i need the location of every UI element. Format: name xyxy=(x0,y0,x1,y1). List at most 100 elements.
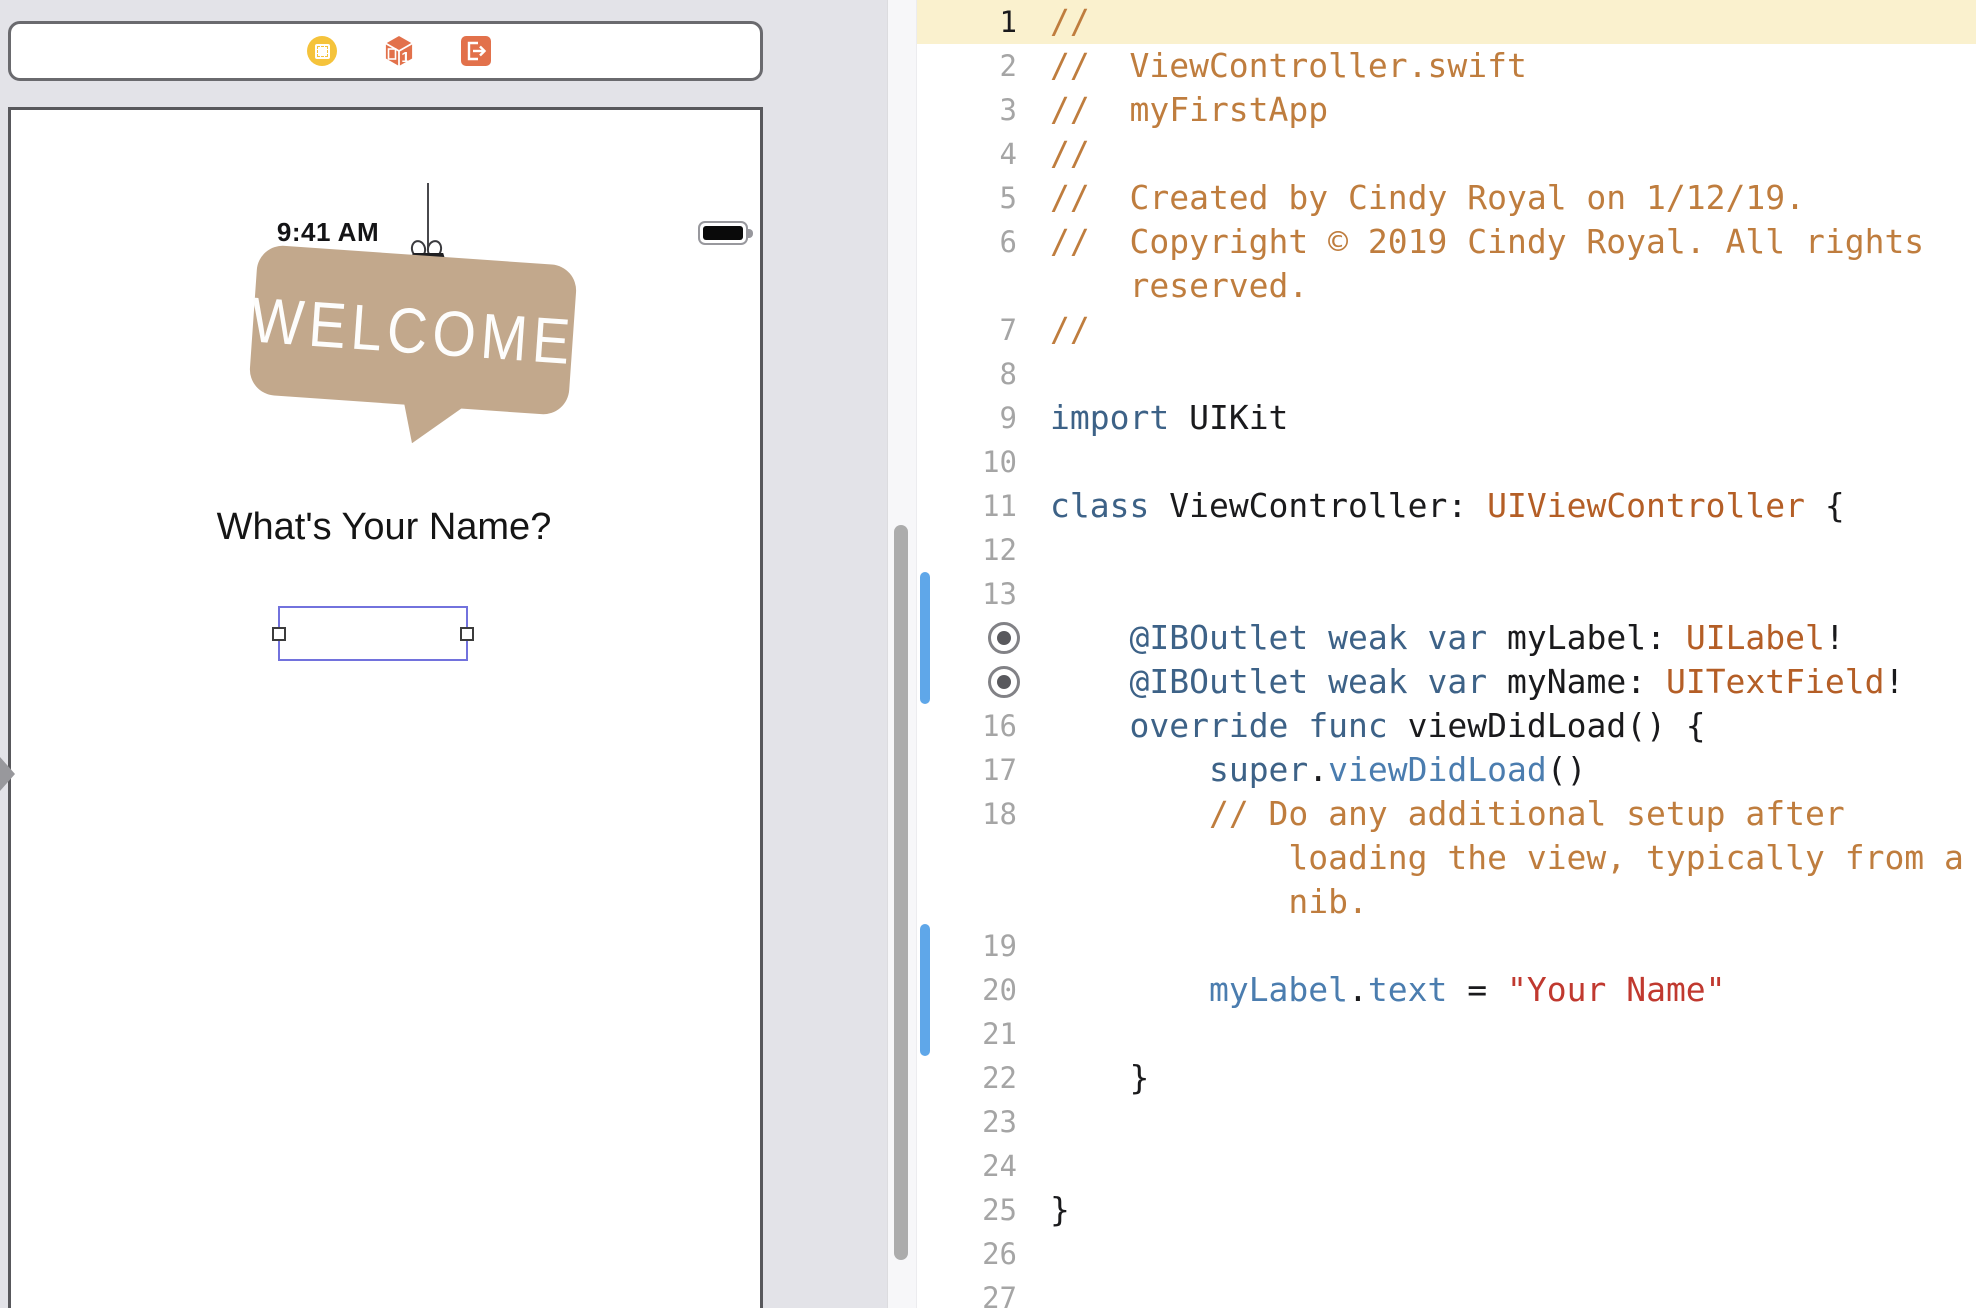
resize-handle-left[interactable] xyxy=(272,627,286,641)
hanging-string xyxy=(427,183,429,250)
line-number[interactable]: 22 xyxy=(917,1056,1017,1100)
code-line[interactable]: 2 // ViewController.swift xyxy=(917,44,1976,88)
code-line[interactable]: 1// xyxy=(917,0,1976,44)
code-text: nib. xyxy=(1050,880,1368,924)
name-question-label[interactable]: What's Your Name? xyxy=(183,506,585,549)
code-line[interactable]: 5// Created by Cindy Royal on 1/12/19. xyxy=(917,176,1976,220)
line-number[interactable]: 20 xyxy=(917,968,1017,1012)
code-line[interactable]: 9 import UIKit xyxy=(917,396,1976,440)
scene-dock: 1 xyxy=(8,21,763,81)
code-token: "Your Name" xyxy=(1507,970,1726,1009)
code-line[interactable]: 12 xyxy=(917,528,1976,572)
first-responder-icon[interactable]: 1 xyxy=(383,34,415,68)
code-token xyxy=(1050,706,1129,745)
line-number[interactable]: 10 xyxy=(917,440,1017,484)
line-number[interactable]: 9 xyxy=(917,396,1017,440)
code-line[interactable]: 18 // Do any additional setup after xyxy=(917,792,1976,836)
code-line[interactable]: reserved. xyxy=(917,264,1976,308)
line-number[interactable]: 23 xyxy=(917,1100,1017,1144)
code-text: // myFirstApp xyxy=(1050,88,1328,132)
code-token xyxy=(1050,970,1209,1009)
source-editor[interactable]: 1//2// ViewController.swift3// myFirstAp… xyxy=(917,0,1976,1308)
code-token: class xyxy=(1050,486,1149,525)
code-token: UIViewController xyxy=(1487,486,1805,525)
code-line[interactable]: 7 // xyxy=(917,308,1976,352)
line-number[interactable]: 12 xyxy=(917,528,1017,572)
code-line[interactable]: 17 super.viewDidLoad() xyxy=(917,748,1976,792)
code-line[interactable]: 11class ViewController: UIViewController… xyxy=(917,484,1976,528)
line-number[interactable]: 13 xyxy=(917,572,1017,616)
exit-icon[interactable] xyxy=(461,36,491,66)
resize-handle-right[interactable] xyxy=(460,627,474,641)
line-number[interactable]: 25 xyxy=(917,1188,1017,1232)
code-line[interactable]: 26 xyxy=(917,1232,1976,1276)
code-token xyxy=(1288,706,1308,745)
code-token: // Do any additional setup after xyxy=(1209,794,1845,833)
code-line[interactable]: 27 xyxy=(917,1276,1976,1308)
name-text-field[interactable] xyxy=(278,606,468,661)
code-line[interactable]: 3 // myFirstApp xyxy=(917,88,1976,132)
line-number[interactable]: 26 xyxy=(917,1232,1017,1276)
code-line[interactable]: 13 xyxy=(917,572,1976,616)
code-line[interactable]: 10 xyxy=(917,440,1976,484)
code-line[interactable]: 6// Copyright © 2019 Cindy Royal. All ri… xyxy=(917,220,1976,264)
line-number[interactable]: 18 xyxy=(917,792,1017,836)
code-token xyxy=(1308,618,1328,657)
code-line[interactable]: 22 } xyxy=(917,1056,1976,1100)
iphone-canvas[interactable]: 9:41 AM WELCOME What's Your Name? xyxy=(8,107,763,1308)
line-number[interactable]: 5 xyxy=(917,176,1017,220)
change-bar[interactable] xyxy=(920,660,930,704)
code-line[interactable]: 8 xyxy=(917,352,1976,396)
connection-well-icon[interactable] xyxy=(988,622,1020,654)
line-number[interactable]: 19 xyxy=(917,924,1017,968)
code-line[interactable]: 25} xyxy=(917,1188,1976,1232)
line-number[interactable]: 27 xyxy=(917,1276,1017,1308)
battery-nub xyxy=(748,229,753,238)
code-text: import UIKit xyxy=(1050,396,1288,440)
code-token: weak xyxy=(1328,662,1407,701)
code-token: loading the view, typically from a xyxy=(1050,838,1964,877)
view-controller-icon-glyph xyxy=(315,44,330,59)
code-line[interactable]: @IBOutlet weak var myName: UITextField! xyxy=(917,660,1976,704)
code-line[interactable]: 4// xyxy=(917,132,1976,176)
line-number[interactable]: 2 xyxy=(917,44,1017,88)
code-text: super.viewDidLoad() xyxy=(1050,748,1586,792)
line-number[interactable]: 4 xyxy=(917,132,1017,176)
code-token: = xyxy=(1447,970,1507,1009)
line-number[interactable]: 8 xyxy=(917,352,1017,396)
code-line[interactable]: 21 xyxy=(917,1012,1976,1056)
xcode-window: 1 9:41 AM xyxy=(0,0,1976,1308)
line-number[interactable]: 11 xyxy=(917,484,1017,528)
line-number[interactable]: 3 xyxy=(917,88,1017,132)
scrollbar-thumb[interactable] xyxy=(894,525,908,1260)
line-number[interactable]: 24 xyxy=(917,1144,1017,1188)
code-token: var xyxy=(1428,662,1488,701)
code-line[interactable]: 24 xyxy=(917,1144,1976,1188)
line-number[interactable]: 6 xyxy=(917,220,1017,264)
code-line[interactable]: 20 myLabel.text = "Your Name" xyxy=(917,968,1976,1012)
code-token: viewDidLoad xyxy=(1328,750,1547,789)
code-text: @IBOutlet weak var myLabel: UILabel! xyxy=(1050,616,1845,660)
code-token: // ViewController.swift xyxy=(1050,46,1527,85)
line-number[interactable]: 17 xyxy=(917,748,1017,792)
code-line[interactable]: 16 override func viewDidLoad() { xyxy=(917,704,1976,748)
line-number[interactable]: 21 xyxy=(917,1012,1017,1056)
line-number[interactable]: 7 xyxy=(917,308,1017,352)
code-line[interactable]: @IBOutlet weak var myLabel: UILabel! xyxy=(917,616,1976,660)
code-line[interactable]: 19 xyxy=(917,924,1976,968)
code-token: override xyxy=(1129,706,1288,745)
code-line[interactable]: loading the view, typically from a xyxy=(917,836,1976,880)
view-controller-icon[interactable] xyxy=(307,36,337,66)
code-token xyxy=(1408,618,1428,657)
code-text: // xyxy=(1050,308,1090,352)
line-number[interactable]: 16 xyxy=(917,704,1017,748)
code-token xyxy=(1050,794,1209,833)
code-token: myLabel xyxy=(1209,970,1348,1009)
connection-well-icon[interactable] xyxy=(988,666,1020,698)
change-bar[interactable] xyxy=(920,616,930,660)
code-line[interactable]: nib. xyxy=(917,880,1976,924)
line-number[interactable]: 1 xyxy=(917,0,1017,44)
code-token: viewDidLoad() { xyxy=(1388,706,1706,745)
code-token: myName: xyxy=(1487,662,1666,701)
code-line[interactable]: 23 xyxy=(917,1100,1976,1144)
